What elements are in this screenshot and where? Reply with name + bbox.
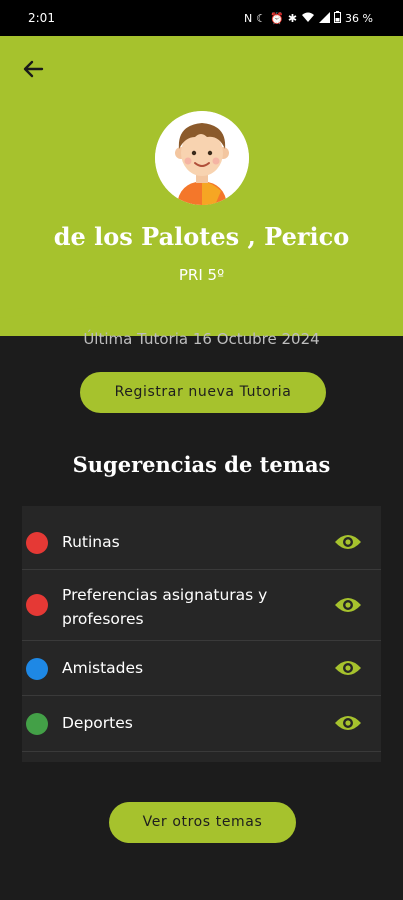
eye-icon[interactable] — [334, 532, 362, 552]
list-item[interactable]: Deportes — [22, 696, 381, 752]
nfc-icon: N — [244, 12, 253, 25]
list-item[interactable]: Rutinas — [22, 506, 381, 570]
status-bar: 2:01 N ☾ ⏰ ✱ 36 % — [0, 0, 403, 36]
more-topics-button[interactable]: Ver otros temas — [109, 802, 296, 843]
status-time: 2:01 — [28, 11, 55, 25]
back-button[interactable] — [18, 54, 48, 84]
status-dot — [26, 532, 48, 554]
topic-label: Amistades — [62, 659, 144, 677]
student-name: de los Palotes , Perico — [53, 222, 350, 251]
moon-icon: ☾ — [256, 12, 267, 25]
topic-label: Preferencias asignaturas y profesores — [62, 586, 268, 628]
status-dot — [26, 658, 48, 680]
list-item[interactable]: Preferencias asignaturas y profesores — [22, 570, 381, 641]
arrow-left-icon — [23, 60, 44, 78]
eye-icon[interactable] — [334, 595, 362, 615]
avatar — [155, 111, 249, 205]
list-item[interactable]: Amistades — [22, 641, 381, 696]
last-tutoria-text: Última Tutoria 16 Octubre 2024 — [83, 330, 320, 348]
status-dot — [26, 594, 48, 616]
signal-icon — [319, 11, 331, 26]
wifi-icon — [301, 12, 315, 26]
bluetooth-icon: ✱ — [287, 12, 298, 25]
battery-percent: 36 % — [345, 12, 373, 25]
suggestions-list: Rutinas Preferencias asignaturas y profe… — [22, 506, 381, 762]
eye-icon[interactable] — [334, 658, 362, 678]
status-icons: N ☾ ⏰ ✱ 36 % — [244, 11, 373, 26]
register-tutoria-button[interactable]: Registrar nueva Tutoria — [80, 372, 326, 413]
eye-icon[interactable] — [334, 713, 362, 733]
topic-label: Rutinas — [62, 533, 120, 551]
battery-icon — [334, 11, 342, 26]
topic-label: Deportes — [62, 714, 133, 732]
status-dot — [26, 713, 48, 735]
child-avatar-icon — [155, 111, 249, 205]
student-grade: PRI 5º — [178, 266, 225, 284]
alarm-icon: ⏰ — [270, 12, 284, 25]
suggestions-title: Sugerencias de temas — [72, 452, 331, 477]
